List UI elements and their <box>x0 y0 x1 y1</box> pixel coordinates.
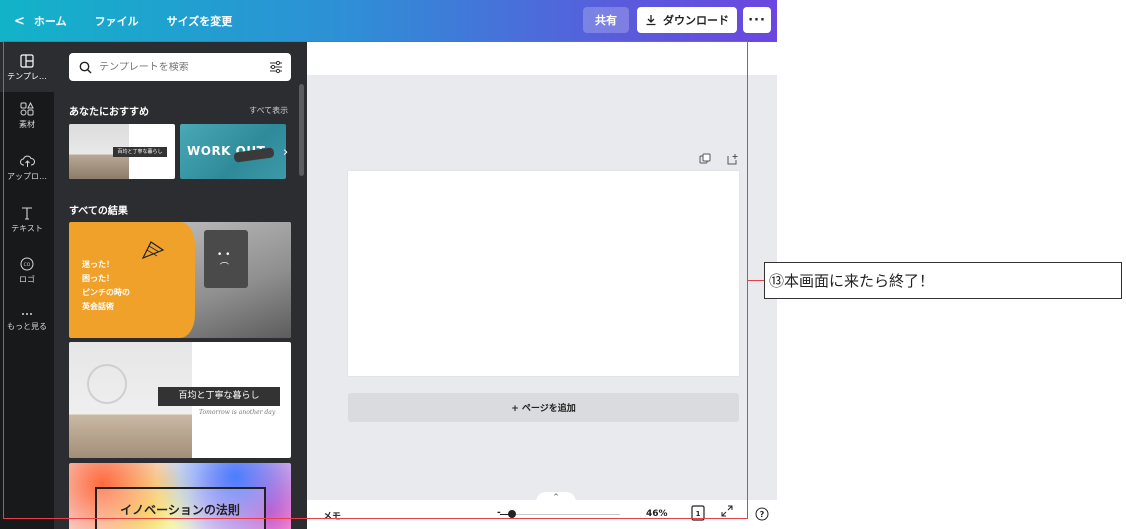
rail-item-text[interactable]: テキスト <box>0 206 54 234</box>
upload-icon <box>19 155 35 167</box>
all-results-heading: すべての結果 <box>69 206 128 217</box>
bottom-bar: ^ メモ - 46% 1 ? <box>307 492 777 529</box>
mirror-shape <box>87 364 127 404</box>
see-all-link[interactable]: すべて表示 <box>249 105 288 116</box>
thumb3-line-4: 英会話術 <box>82 302 114 311</box>
more-icon <box>22 313 32 315</box>
orange-wave <box>165 222 195 338</box>
download-icon <box>646 15 656 26</box>
thumb3-text: 迷った！ 困った！ ピンチの時の 英会話術 <box>82 258 130 314</box>
recommended-heading: あなたにおすすめ <box>69 107 149 118</box>
thumb5-title: イノベーションの法則 <box>120 503 240 517</box>
zoom-slider-knob[interactable] <box>508 510 516 518</box>
rail-label-elements: 素材 <box>19 120 35 129</box>
design-page[interactable] <box>348 171 739 376</box>
template-thumb-3[interactable]: • • ⌒ 迷った！ 困った！ ピンチの時の 英会話術 <box>69 222 291 338</box>
add-page-icon[interactable] <box>726 153 738 165</box>
side-rail: テンプレ… 素材 アップロ… テキスト CO ロゴ もっと見る <box>0 42 54 529</box>
template-thumb-1[interactable]: 百均と丁寧な暮らし <box>69 124 175 179</box>
rail-label-templates: テンプレ… <box>7 72 47 81</box>
file-menu[interactable]: ファイル <box>95 13 139 29</box>
template-thumb-4[interactable]: 百均と丁寧な暮らし Tomorrow is another day <box>69 342 291 458</box>
template-thumb-2[interactable]: WORK OUT <box>180 124 286 179</box>
chevron-right-icon[interactable]: › <box>283 145 288 160</box>
top-bar: < ホーム ファイル サイズを変更 共有 ダウンロード ··· <box>0 0 777 42</box>
rail-item-elements[interactable]: 素材 <box>0 102 54 130</box>
template-search[interactable] <box>69 53 291 81</box>
text-icon <box>22 207 32 220</box>
duplicate-page-icon[interactable] <box>699 153 711 165</box>
rail-label-more: もっと見る <box>7 322 47 331</box>
svg-text:CO: CO <box>24 262 31 268</box>
megaphone-icon <box>141 241 165 260</box>
chevron-left-icon: < <box>14 13 25 29</box>
rail-item-uploads[interactable]: アップロ… <box>0 154 54 182</box>
rail-label-text: テキスト <box>11 224 43 233</box>
share-button[interactable]: 共有 <box>583 7 629 33</box>
app-root: < ホーム ファイル サイズを変更 共有 ダウンロード ··· テンプレ… 素材 <box>0 0 1126 529</box>
sad-face-drawing: • • ⌒ <box>217 250 231 273</box>
zoom-slider[interactable] <box>500 514 620 515</box>
template-search-input[interactable] <box>99 61 259 73</box>
thumb4-signature: Tomorrow is another day <box>199 409 276 416</box>
download-button[interactable]: ダウンロード <box>637 7 737 33</box>
help-icon[interactable]: ? <box>755 507 769 521</box>
download-label: ダウンロード <box>663 14 729 27</box>
thumb3-line-2: 困った！ <box>82 274 114 283</box>
page-tools <box>699 150 738 169</box>
zoom-level[interactable]: 46% <box>646 509 668 519</box>
template-icon <box>20 54 34 68</box>
callout-connector <box>748 280 764 281</box>
svg-text:?: ? <box>760 510 765 519</box>
page-count-icon[interactable]: 1 <box>691 505 705 521</box>
add-page-button[interactable]: + ページを追加 <box>348 393 739 422</box>
instruction-callout: ⑬本画面に来たら終了！ <box>764 262 1122 299</box>
elements-icon <box>20 102 34 116</box>
thumb4-label: 百均と丁寧な暮らし <box>158 387 280 406</box>
notes-button[interactable]: メモ <box>323 509 341 522</box>
svg-text:1: 1 <box>696 510 701 518</box>
template-panel: あなたにおすすめ すべて表示 百均と丁寧な暮らし WORK OUT › すべての… <box>54 42 307 529</box>
thumb3-line-3: ピンチの時の <box>82 288 130 297</box>
rail-item-templates[interactable]: テンプレ… <box>0 42 54 92</box>
rail-label-uploads: アップロ… <box>7 172 47 181</box>
workspace-toolbar-strip <box>307 42 777 75</box>
top-actions: 共有 ダウンロード ··· <box>583 7 771 33</box>
thumb1-label: 百均と丁寧な暮らし <box>113 147 167 157</box>
fullscreen-icon[interactable] <box>721 505 733 517</box>
search-icon <box>79 61 92 73</box>
thumb3-line-1: 迷った！ <box>82 260 114 269</box>
zoom-out-icon[interactable]: - <box>497 508 501 518</box>
rail-item-logo[interactable]: CO ロゴ <box>0 257 54 285</box>
logo-icon: CO <box>20 257 34 271</box>
home-link[interactable]: < ホーム <box>14 13 67 29</box>
rail-label-logo: ロゴ <box>19 275 35 284</box>
resize-menu[interactable]: サイズを変更 <box>167 13 233 29</box>
home-label: ホーム <box>33 15 67 28</box>
panel-scrollbar[interactable] <box>299 84 304 176</box>
more-options-button[interactable]: ··· <box>743 7 771 33</box>
template-thumb-5[interactable]: イノベーションの法則 <box>69 463 291 529</box>
chevron-up-icon[interactable]: ^ <box>536 492 576 502</box>
rail-item-more[interactable]: もっと見る <box>0 310 54 332</box>
filter-icon[interactable] <box>269 60 283 74</box>
top-nav: < ホーム ファイル サイズを変更 <box>0 0 260 42</box>
